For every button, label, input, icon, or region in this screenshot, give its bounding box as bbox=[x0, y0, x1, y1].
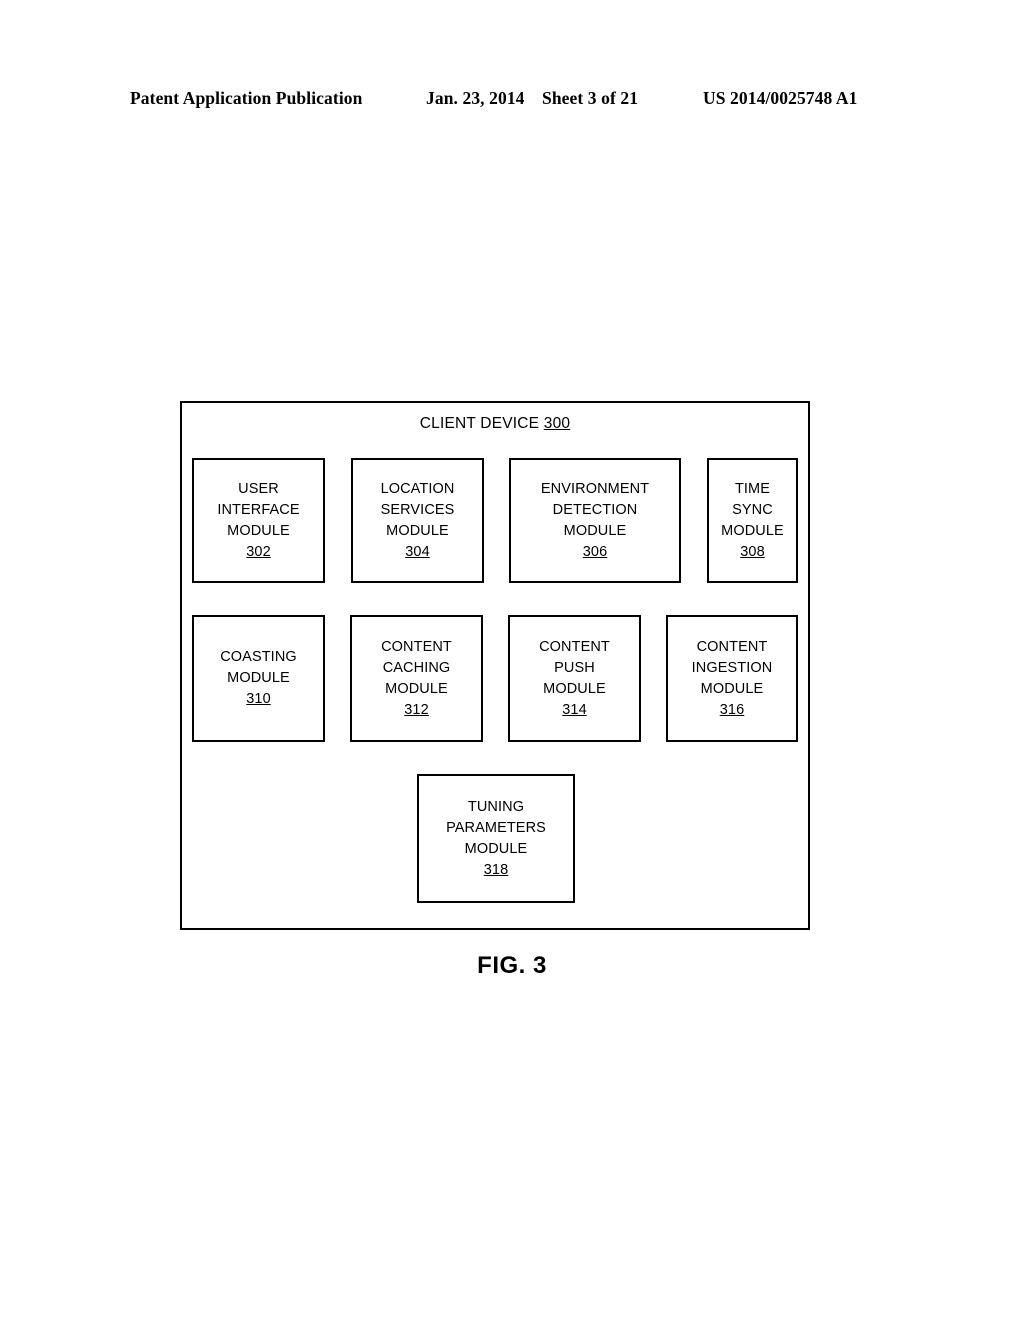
module-user-interface-label: USER INTERFACE MODULE 302 bbox=[217, 479, 299, 563]
module-tuning-parameters: TUNING PARAMETERS MODULE 318 bbox=[417, 774, 575, 903]
module-ref-304: 304 bbox=[405, 543, 430, 560]
module-content-caching-label: CONTENT CACHING MODULE 312 bbox=[381, 637, 452, 721]
module-ref-316: 316 bbox=[719, 701, 745, 718]
module-content-caching: CONTENT CACHING MODULE 312 bbox=[350, 615, 483, 742]
module-ref-310: 310 bbox=[246, 691, 271, 707]
module-coasting-label: COASTING MODULE 310 bbox=[220, 647, 297, 710]
module-content-ingestion: CONTENT INGESTION MODULE 316 bbox=[666, 615, 798, 742]
module-coasting: COASTING MODULE 310 bbox=[192, 615, 325, 742]
module-location-services-label: LOCATION SERVICES MODULE 304 bbox=[381, 479, 455, 563]
figure-caption: FIG. 3 bbox=[477, 952, 547, 979]
module-ref-312: 312 bbox=[404, 701, 429, 718]
module-ref-306: 306 bbox=[582, 543, 608, 560]
module-location-services: LOCATION SERVICES MODULE 304 bbox=[351, 458, 484, 583]
client-device-ref: 300 bbox=[543, 415, 571, 432]
module-ref-314: 314 bbox=[562, 701, 587, 718]
module-time-sync-label: TIME SYNC MODULE 308 bbox=[721, 479, 784, 563]
module-environment-detection: ENVIRONMENT DETECTION MODULE 306 bbox=[509, 458, 681, 583]
module-content-push: CONTENT PUSH MODULE 314 bbox=[508, 615, 641, 742]
module-content-push-label: CONTENT PUSH MODULE 314 bbox=[539, 637, 610, 721]
module-ref-302: 302 bbox=[246, 543, 271, 560]
module-user-interface: USER INTERFACE MODULE 302 bbox=[192, 458, 325, 583]
module-time-sync: TIME SYNC MODULE 308 bbox=[707, 458, 798, 583]
module-tuning-parameters-label: TUNING PARAMETERS MODULE 318 bbox=[446, 797, 546, 881]
client-device-title: CLIENT DEVICE 300 bbox=[182, 415, 808, 433]
module-content-ingestion-label: CONTENT INGESTION MODULE 316 bbox=[692, 637, 773, 721]
client-device-title-text: CLIENT DEVICE bbox=[419, 415, 540, 432]
figure-3: CLIENT DEVICE 300 USER INTERFACE MODULE … bbox=[0, 0, 1024, 1320]
module-ref-308: 308 bbox=[740, 543, 765, 560]
module-ref-318: 318 bbox=[483, 861, 509, 878]
module-environment-detection-label: ENVIRONMENT DETECTION MODULE 306 bbox=[541, 479, 649, 563]
